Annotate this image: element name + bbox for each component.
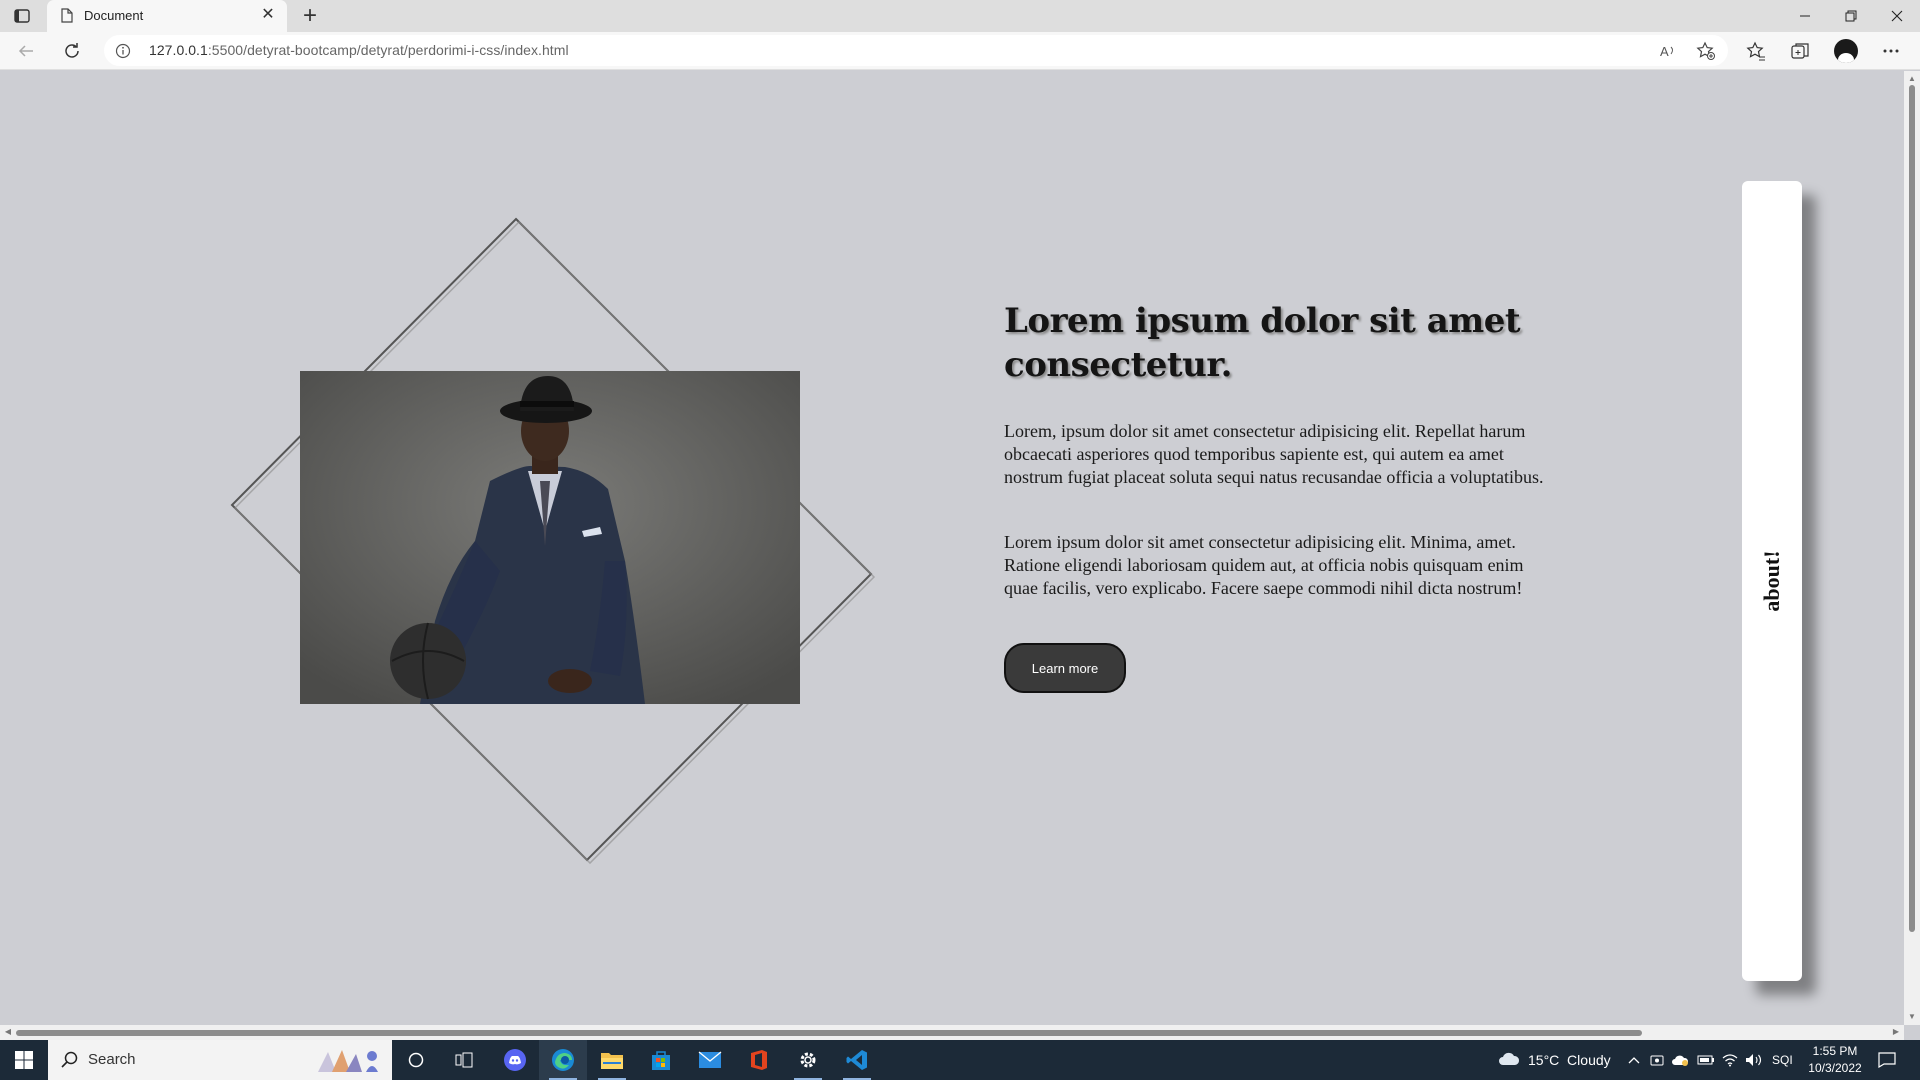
scroll-down-icon[interactable]: ▼ xyxy=(1906,1011,1918,1023)
page-heading: Lorem ipsum dolor sit amet consectetur. xyxy=(1004,301,1521,385)
address-bar[interactable]: 127.0.0.1:5500/detyrat-bootcamp/detyrat/… xyxy=(104,35,1728,66)
browser-tab[interactable]: Document ✕ xyxy=(47,0,287,32)
onedrive-icon[interactable] xyxy=(1671,1040,1689,1080)
taskbar-clock[interactable]: 1:55 PM 10/3/2022 xyxy=(1800,1043,1870,1077)
battery-icon[interactable] xyxy=(1697,1040,1715,1080)
tab-title: Document xyxy=(84,8,144,23)
cortana-icon[interactable] xyxy=(392,1040,440,1080)
vscode-icon[interactable] xyxy=(833,1040,881,1080)
profile-avatar[interactable] xyxy=(1834,39,1858,63)
meet-now-icon[interactable] xyxy=(1650,1040,1664,1080)
scroll-up-icon[interactable]: ▲ xyxy=(1906,73,1918,85)
add-favorite-icon[interactable] xyxy=(1696,41,1716,61)
settings-icon[interactable] xyxy=(784,1040,832,1080)
file-explorer-icon[interactable] xyxy=(588,1040,636,1080)
task-view-icon[interactable] xyxy=(440,1040,488,1080)
vertical-scroll-thumb[interactable] xyxy=(1909,85,1915,932)
clock-date: 10/3/2022 xyxy=(1808,1061,1862,1075)
mail-icon[interactable] xyxy=(686,1040,734,1080)
diamond-outline xyxy=(230,217,876,865)
refresh-icon[interactable] xyxy=(60,39,84,63)
url-host: 127.0.0.1 xyxy=(149,42,208,58)
language-indicator[interactable]: SQI xyxy=(1772,1040,1793,1080)
close-window-button[interactable] xyxy=(1874,0,1920,32)
store-icon[interactable] xyxy=(637,1040,685,1080)
scroll-left-icon[interactable]: ◀ xyxy=(2,1026,14,1038)
tab-close-icon[interactable]: ✕ xyxy=(259,6,277,24)
about-label: about! xyxy=(1759,550,1784,612)
minimize-button[interactable] xyxy=(1782,0,1828,32)
horizontal-scroll-thumb[interactable] xyxy=(16,1030,1642,1036)
web-page: Lorem ipsum dolor sit amet consectetur. … xyxy=(0,71,1904,1025)
office-icon[interactable] xyxy=(735,1040,783,1080)
about-side-panel[interactable]: about! xyxy=(1742,181,1802,981)
search-placeholder: Search xyxy=(88,1051,136,1068)
windows-start-icon[interactable] xyxy=(0,1040,48,1080)
search-icon xyxy=(61,1051,79,1069)
vertical-scrollbar[interactable]: ▲ ▼ xyxy=(1904,71,1920,1025)
tab-bar: Document ✕ + xyxy=(0,0,1920,32)
collections-icon[interactable] xyxy=(1789,40,1811,62)
new-tab-button[interactable]: + xyxy=(296,3,324,31)
browser-toolbar: 127.0.0.1:5500/detyrat-bootcamp/detyrat/… xyxy=(0,32,1920,70)
wifi-icon[interactable] xyxy=(1722,1040,1738,1080)
horizontal-scrollbar[interactable]: ◀ ▶ xyxy=(0,1025,1904,1040)
weather-widget[interactable]: 15°C Cloudy xyxy=(1498,1040,1611,1080)
discord-icon[interactable] xyxy=(491,1040,539,1080)
cloud-icon xyxy=(1498,1052,1520,1069)
svg-text:A: A xyxy=(1660,44,1669,59)
url-path: :5500/detyrat-bootcamp/detyrat/perdorimi… xyxy=(207,42,569,58)
notifications-icon[interactable] xyxy=(1878,1040,1896,1080)
learn-more-button[interactable]: Learn more xyxy=(1004,643,1126,693)
taskbar-search-box[interactable]: Search xyxy=(48,1040,392,1080)
volume-icon[interactable] xyxy=(1745,1040,1763,1080)
favorites-icon[interactable] xyxy=(1745,40,1767,62)
search-highlight-icon xyxy=(318,1050,378,1072)
read-aloud-icon[interactable]: A xyxy=(1658,41,1678,61)
restore-button[interactable] xyxy=(1828,0,1874,32)
edge-icon[interactable] xyxy=(539,1040,587,1080)
paragraph-1: Lorem, ipsum dolor sit amet consectetur … xyxy=(1004,421,1544,487)
windows-taskbar: Search 15°C Cloudy SQI 1:55 PM 10/3/2022 xyxy=(0,1040,1920,1080)
weather-text: 15°C Cloudy xyxy=(1528,1052,1611,1068)
scroll-right-icon[interactable]: ▶ xyxy=(1890,1026,1902,1038)
document-icon xyxy=(61,8,73,23)
show-hidden-icons[interactable] xyxy=(1628,1040,1640,1080)
tab-actions-icon[interactable] xyxy=(12,7,32,25)
site-info-icon[interactable] xyxy=(115,43,131,59)
portrait-photo xyxy=(300,371,800,704)
back-icon[interactable] xyxy=(14,39,38,63)
url-text: 127.0.0.1:5500/detyrat-bootcamp/detyrat/… xyxy=(149,42,569,58)
clock-time: 1:55 PM xyxy=(1812,1044,1858,1058)
more-menu-icon[interactable] xyxy=(1880,40,1902,62)
paragraph-2: Lorem ipsum dolor sit amet consectetur a… xyxy=(1004,532,1524,598)
